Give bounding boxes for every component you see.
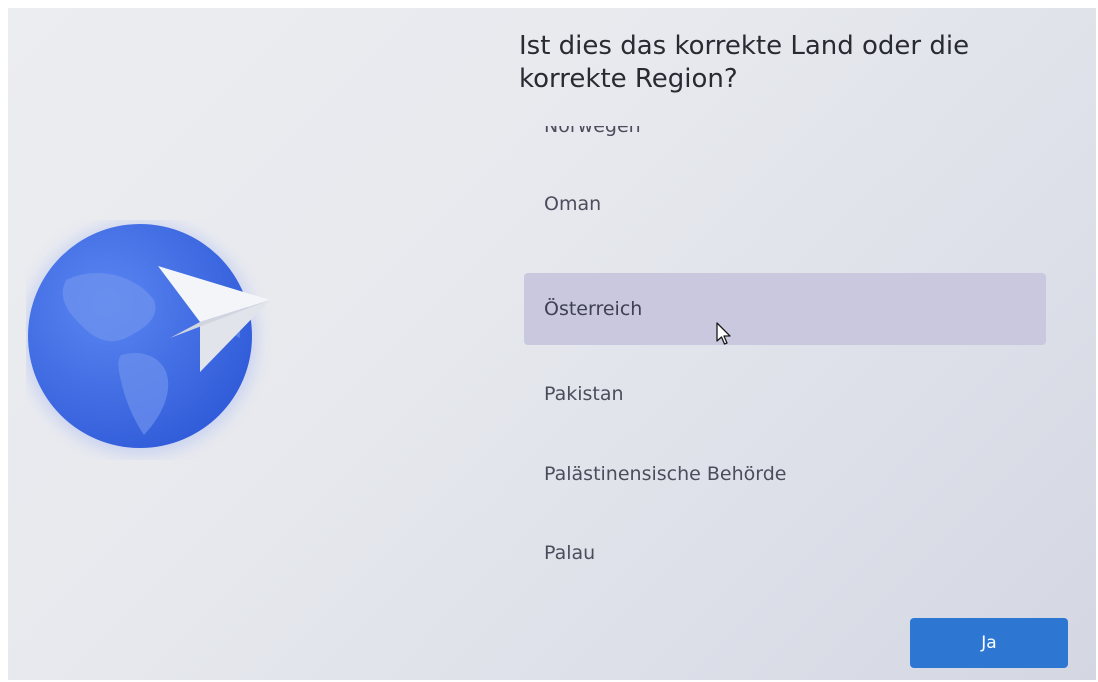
- country-label: Pakistan: [544, 383, 624, 405]
- country-label: Oman: [544, 193, 602, 215]
- page-title: Ist dies das korrekte Land oder die korr…: [519, 31, 970, 94]
- ja-button[interactable]: Ja: [910, 618, 1068, 668]
- country-item-palaestinensische-behoerde[interactable]: Palästinensische Behörde: [524, 438, 1046, 510]
- country-label: Palästinensische Behörde: [544, 463, 787, 485]
- country-item-oesterreich-selected[interactable]: Österreich: [524, 273, 1046, 345]
- country-item-oman[interactable]: Oman: [524, 168, 1046, 240]
- country-item-norwegen[interactable]: Norwegen: [524, 126, 1046, 162]
- mouse-pointer-icon: [716, 322, 734, 348]
- country-item-palau[interactable]: Palau: [524, 517, 1046, 582]
- country-label: Österreich: [544, 298, 643, 320]
- setup-screen: Ist dies das korrekte Land oder die korr…: [8, 8, 1096, 680]
- country-label: Norwegen: [544, 126, 641, 137]
- country-label: Palau: [544, 542, 596, 564]
- country-list[interactable]: Norwegen Oman Österreich Pakistan Paläst…: [524, 126, 1048, 582]
- globe-paper-plane-icon: [24, 220, 296, 460]
- country-item-pakistan[interactable]: Pakistan: [524, 358, 1046, 430]
